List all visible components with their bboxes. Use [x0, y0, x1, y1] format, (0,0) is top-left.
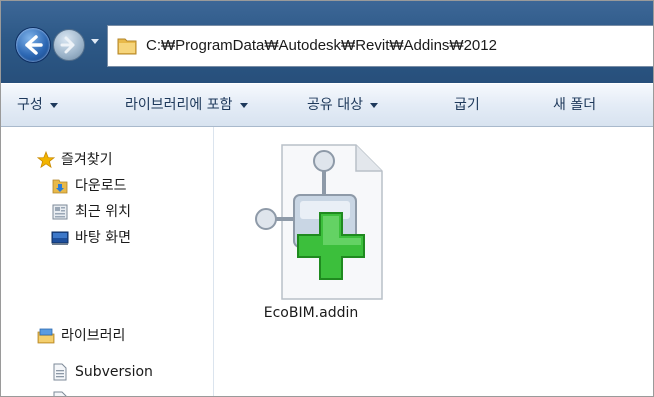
explorer-window: C:₩ProgramData₩Autodesk₩Revit₩Addins₩201… — [0, 0, 654, 397]
organize-menu[interactable]: 구성 — [17, 84, 58, 126]
address-bar[interactable]: C:₩ProgramData₩Autodesk₩Revit₩Addins₩201… — [107, 25, 653, 67]
sidebar-item-recent-places[interactable]: 최근 위치 — [1, 199, 201, 225]
new-folder-button[interactable]: 새 폴더 — [553, 84, 596, 126]
forward-arrow-icon — [60, 36, 75, 54]
downloads-folder-icon — [52, 179, 68, 194]
library-icon — [37, 328, 55, 344]
sidebar-item-favorites[interactable]: 즐겨찾기 — [1, 147, 201, 173]
include-in-library-menu[interactable]: 라이브러리에 포함 — [125, 84, 248, 126]
back-button[interactable] — [15, 27, 51, 63]
command-bar: 구성 라이브러리에 포함 공유 대상 굽기 새 폴더 — [1, 83, 653, 127]
sidebar-item-partial[interactable] — [1, 387, 201, 396]
file-list: EcoBIM.addin — [214, 127, 653, 396]
desktop-icon — [51, 231, 69, 245]
burn-button[interactable]: 굽기 — [454, 84, 480, 126]
address-path[interactable]: C:₩ProgramData₩Autodesk₩Revit₩Addins₩201… — [146, 26, 497, 66]
organize-label: 구성 — [17, 97, 43, 113]
recent-pages-dropdown-icon[interactable] — [91, 39, 99, 44]
burn-label: 굽기 — [454, 97, 480, 113]
sidebar-item-label: 바탕 화면 — [75, 230, 131, 246]
sidebar-item-label: 즐겨찾기 — [61, 152, 113, 168]
sidebar-item-label: 최근 위치 — [75, 204, 131, 220]
navigation-pane: 즐겨찾기 다운로드 최근 위치 바탕 화면 라이브러리 Subversion — [1, 127, 214, 396]
addin-file-icon — [255, 144, 383, 300]
share-with-label: 공유 대상 — [307, 97, 363, 113]
folder-icon — [117, 38, 137, 55]
recent-places-icon — [52, 204, 68, 220]
file-name: EcoBIM.addin — [263, 305, 359, 321]
back-arrow-icon — [25, 35, 43, 55]
new-folder-label: 새 폴더 — [553, 97, 597, 113]
title-bar: C:₩ProgramData₩Autodesk₩Revit₩Addins₩201… — [1, 1, 653, 83]
sidebar-item-label: 라이브러리 — [61, 328, 126, 344]
chevron-down-icon — [369, 102, 378, 108]
file-item[interactable]: EcoBIM.addin — [232, 141, 383, 331]
sidebar-item-downloads[interactable]: 다운로드 — [1, 173, 201, 199]
chevron-down-icon — [49, 102, 58, 108]
sidebar-item-desktop[interactable]: 바탕 화면 — [1, 225, 201, 251]
share-with-menu[interactable]: 공유 대상 — [307, 84, 378, 126]
star-icon — [37, 151, 55, 169]
sidebar-item-subversion[interactable]: Subversion — [1, 359, 201, 385]
forward-button[interactable] — [53, 29, 85, 61]
document-library-icon — [53, 363, 67, 381]
sidebar-item-label: 다운로드 — [75, 178, 127, 194]
chevron-down-icon — [239, 102, 248, 108]
include-in-library-label: 라이브러리에 포함 — [125, 97, 233, 113]
sidebar-item-label: Subversion — [75, 364, 153, 380]
sidebar-item-libraries[interactable]: 라이브러리 — [1, 323, 201, 349]
document-library-icon — [53, 391, 67, 396]
